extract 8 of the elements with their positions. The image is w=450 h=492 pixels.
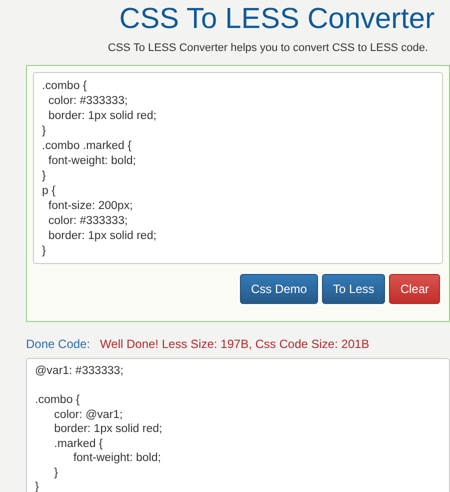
result-label: Done Code:	[26, 337, 90, 351]
page-subtitle: CSS To LESS Converter helps you to convert CSS to LESS code.	[106, 41, 430, 55]
action-button[interactable]: Css Demo	[240, 274, 318, 304]
clear-button[interactable]: Clear	[389, 274, 440, 304]
page-title: CSS To LESS Converter	[118, 2, 436, 36]
action-button[interactable]: To Less	[322, 274, 386, 304]
css-input-field[interactable]: .combo { color: #333333; border: 1px solid red; } .combo .marked { font-weight: bold; } p { font-size: 200px; color: #333333; border: 1px solid red; }	[33, 72, 443, 264]
result-message: Well Done! Less Size: 197B, Css Code Size: 201B	[100, 337, 370, 351]
